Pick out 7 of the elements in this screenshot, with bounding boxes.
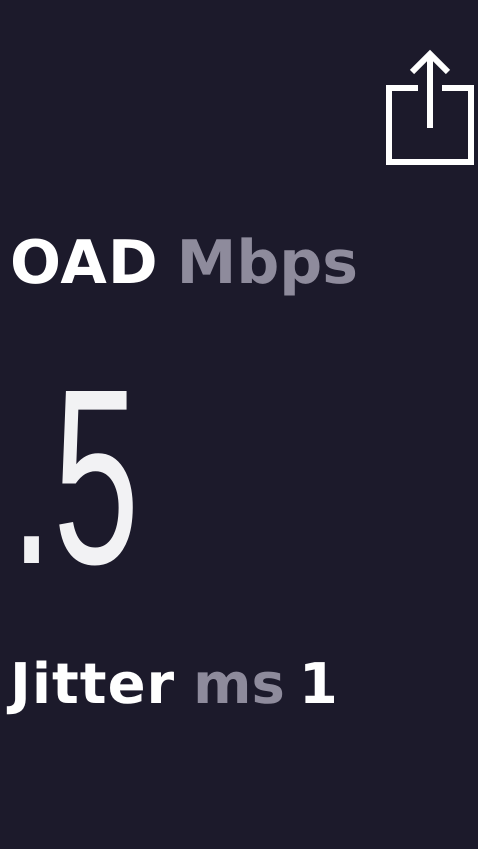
jitter-value: 1 [298, 652, 338, 717]
metric-label: OAD [10, 228, 159, 298]
share-icon [386, 48, 474, 166]
metric-value: .5 [10, 352, 140, 602]
share-button[interactable] [386, 48, 474, 168]
metric-unit: Mbps [176, 228, 358, 298]
jitter-unit: ms [193, 652, 285, 717]
